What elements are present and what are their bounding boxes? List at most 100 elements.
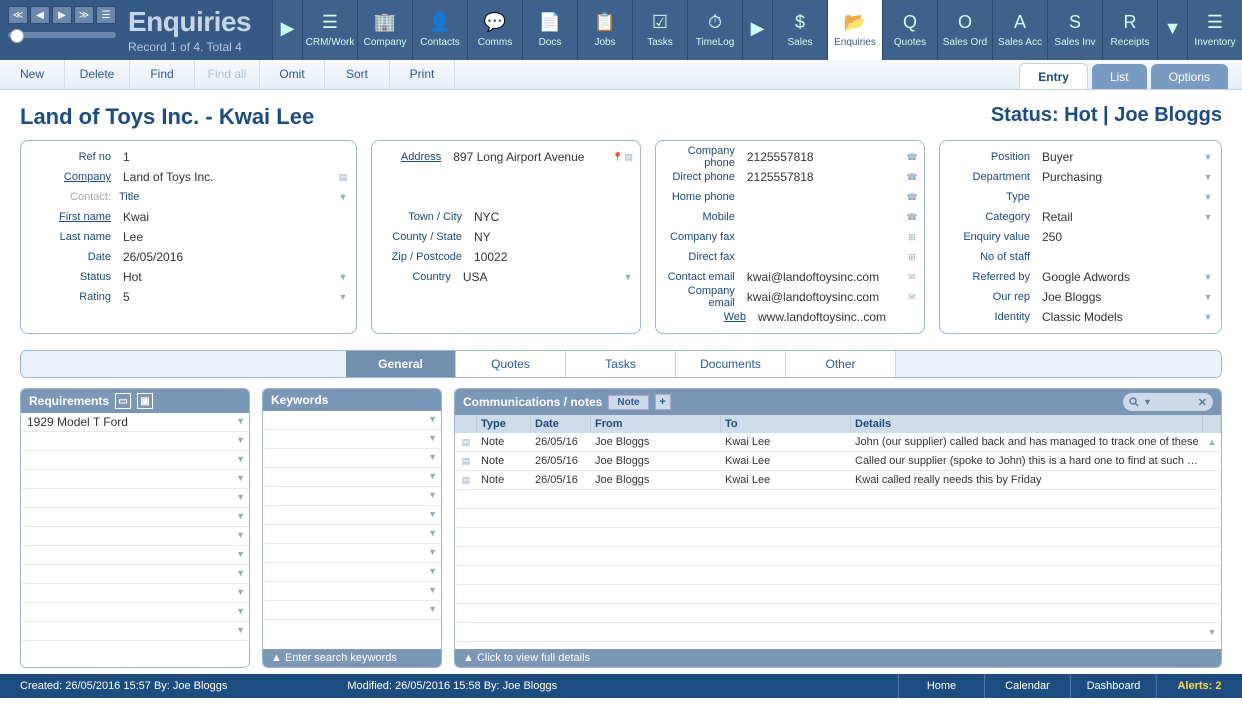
- comm-row[interactable]: ▤ Note26/05/16Joe BloggsKwai LeeKwai cal…: [455, 471, 1221, 490]
- comm-row[interactable]: ▼: [455, 623, 1221, 642]
- no-of-staff-field[interactable]: [1038, 248, 1215, 266]
- company-phone-field[interactable]: [743, 148, 906, 166]
- fax-icon[interactable]: ⊞: [906, 252, 918, 263]
- position-field[interactable]: [1038, 148, 1201, 166]
- requirement-item[interactable]: 1929 Model T Ford▼: [21, 413, 249, 432]
- lbl-company[interactable]: Company: [27, 171, 119, 183]
- module-enquiries[interactable]: 📂Enquiries: [827, 0, 882, 60]
- requirement-item[interactable]: ▼: [21, 603, 249, 622]
- dropdown-icon[interactable]: ▼: [428, 528, 437, 538]
- inventory-dropdown[interactable]: ▼: [1157, 0, 1187, 60]
- requirement-item[interactable]: ▼: [21, 546, 249, 565]
- module-company[interactable]: 🏢Company: [357, 0, 412, 60]
- dropdown-icon[interactable]: ▼: [236, 473, 245, 483]
- dropdown-icon[interactable]: ▼: [428, 414, 437, 424]
- dropdown-icon[interactable]: ▼: [428, 509, 437, 519]
- comm-row[interactable]: [455, 528, 1221, 547]
- ref-no-field[interactable]: [119, 148, 350, 166]
- module-receipts[interactable]: RReceipts: [1102, 0, 1157, 60]
- section-documents[interactable]: Documents: [676, 351, 786, 377]
- first-record-button[interactable]: ≪: [8, 6, 28, 24]
- first-name-field[interactable]: [119, 208, 350, 226]
- col-from[interactable]: From: [591, 415, 721, 433]
- module-sales-acc[interactable]: ASales Acc: [992, 0, 1047, 60]
- department-field[interactable]: [1038, 168, 1201, 186]
- sort-button[interactable]: Sort: [325, 60, 390, 88]
- find-all-button[interactable]: Find all: [195, 60, 260, 88]
- address-field[interactable]: [449, 148, 612, 166]
- requirement-item[interactable]: ▼: [21, 565, 249, 584]
- module-contacts[interactable]: 👤Contacts: [412, 0, 467, 60]
- title-field[interactable]: [147, 188, 336, 206]
- section-quotes[interactable]: Quotes: [456, 351, 566, 377]
- identity-field[interactable]: [1038, 308, 1201, 326]
- scroll-up-icon[interactable]: ▲: [1203, 436, 1221, 448]
- map-icon[interactable]: 📍: [612, 152, 623, 163]
- requirement-item[interactable]: ▼: [21, 470, 249, 489]
- email-icon[interactable]: ✉: [906, 272, 918, 283]
- tab-entry[interactable]: Entry: [1019, 63, 1088, 89]
- delete-button[interactable]: Delete: [65, 60, 130, 88]
- prev-record-button[interactable]: ◀: [30, 6, 50, 24]
- phone-icon[interactable]: ☎: [906, 152, 918, 163]
- keyword-item[interactable]: ▼: [263, 468, 441, 487]
- type-field[interactable]: [1038, 188, 1201, 206]
- company-field[interactable]: [119, 168, 336, 186]
- dropdown-icon[interactable]: ▼: [236, 587, 245, 597]
- phone-icon[interactable]: ☎: [906, 172, 918, 183]
- comm-row[interactable]: [455, 490, 1221, 509]
- requirement-item[interactable]: ▼: [21, 451, 249, 470]
- next-record-button[interactable]: ▶: [52, 6, 72, 24]
- direct-phone-field[interactable]: [743, 168, 906, 186]
- section-other[interactable]: Other: [786, 351, 896, 377]
- dropdown-icon[interactable]: ▼: [428, 604, 437, 614]
- requirement-item[interactable]: ▼: [21, 527, 249, 546]
- date-field[interactable]: [119, 248, 350, 266]
- dropdown-icon[interactable]: ▼: [236, 454, 245, 464]
- dropdown-icon[interactable]: ▼: [1201, 192, 1215, 202]
- tab-list[interactable]: List: [1092, 64, 1147, 89]
- keyword-item[interactable]: ▼: [263, 449, 441, 468]
- footer-alerts[interactable]: Alerts: 2: [1156, 674, 1242, 698]
- requirement-item[interactable]: ▼: [21, 584, 249, 603]
- requirement-item[interactable]: ▼: [21, 489, 249, 508]
- list-toggle-button[interactable]: ☰: [96, 6, 116, 24]
- comm-row[interactable]: [455, 604, 1221, 623]
- sales-expand-button[interactable]: ▶: [742, 0, 772, 60]
- dropdown-icon[interactable]: ▼: [1201, 312, 1215, 322]
- dropdown-icon[interactable]: ▼: [236, 416, 245, 426]
- lbl-first-name[interactable]: First name: [27, 211, 119, 223]
- comm-row[interactable]: [455, 509, 1221, 528]
- module-sales-inv[interactable]: SSales Inv: [1047, 0, 1102, 60]
- new-button[interactable]: New: [0, 60, 65, 88]
- company-email-field[interactable]: [743, 288, 906, 306]
- dropdown-icon[interactable]: ▼: [236, 492, 245, 502]
- dropdown-icon[interactable]: ▼: [1201, 152, 1215, 162]
- contact-email-field[interactable]: [743, 268, 906, 286]
- dropdown-icon[interactable]: ▼: [1201, 292, 1215, 302]
- keyword-item[interactable]: ▼: [263, 487, 441, 506]
- requirement-item[interactable]: ▼: [21, 508, 249, 527]
- module-tasks[interactable]: ☑Tasks: [632, 0, 687, 60]
- module-jobs[interactable]: 📋Jobs: [577, 0, 632, 60]
- county-field[interactable]: [470, 228, 634, 246]
- lbl-address[interactable]: Address: [378, 151, 449, 163]
- dropdown-icon[interactable]: ▼: [236, 606, 245, 616]
- comm-row[interactable]: [455, 547, 1221, 566]
- dropdown-icon[interactable]: ▼: [1201, 272, 1215, 282]
- address-action-icon[interactable]: ▤: [623, 152, 634, 163]
- last-record-button[interactable]: ≫: [74, 6, 94, 24]
- company-fax-field[interactable]: [743, 228, 906, 246]
- keyword-item[interactable]: ▼: [263, 430, 441, 449]
- our-rep-field[interactable]: [1038, 288, 1201, 306]
- address3-field[interactable]: [470, 188, 634, 206]
- expand-icon[interactable]: ▤: [455, 436, 477, 449]
- enquiry-value-field[interactable]: [1038, 228, 1215, 246]
- module-sales-ord[interactable]: OSales Ord: [937, 0, 992, 60]
- module-crm[interactable]: ☰CRM/Work: [302, 0, 357, 60]
- status-dropdown-icon[interactable]: ▼: [336, 272, 350, 282]
- dropdown-icon[interactable]: ▼: [236, 511, 245, 521]
- title-dropdown-icon[interactable]: ▼: [336, 192, 350, 202]
- dropdown-icon[interactable]: ▼: [236, 435, 245, 445]
- module-inventory[interactable]: ☰Inventory: [1187, 0, 1242, 60]
